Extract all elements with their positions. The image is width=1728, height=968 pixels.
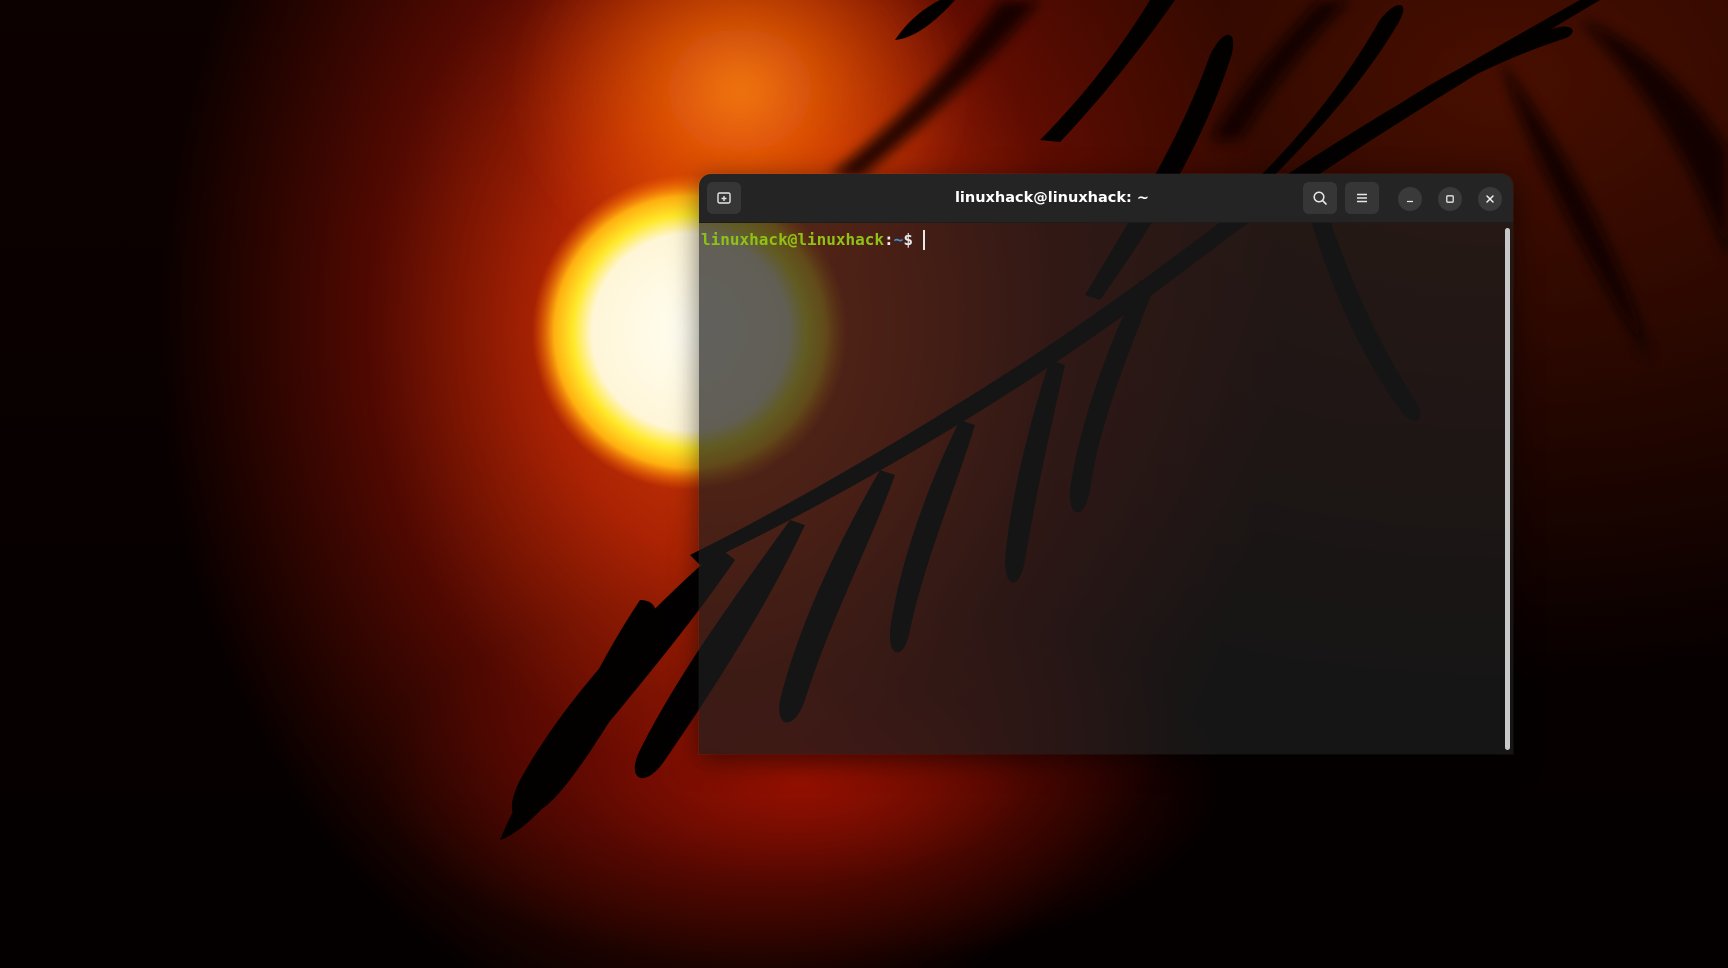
prompt-line: linuxhack@linuxhack:~$: [701, 230, 925, 250]
minimize-icon: [1404, 190, 1416, 209]
minimize-button[interactable]: [1398, 187, 1422, 211]
search-button[interactable]: [1303, 182, 1337, 214]
close-button[interactable]: [1478, 187, 1502, 211]
terminal-window[interactable]: linuxhack@linuxhack: ~ linuxhack@linuxha…: [699, 174, 1513, 754]
prompt-user-host: linuxhack@linuxhack: [701, 230, 885, 249]
prompt-path: ~: [893, 230, 904, 249]
prompt-separator: :: [884, 230, 894, 249]
scrollbar[interactable]: [1505, 228, 1510, 750]
text-cursor: [922, 230, 925, 250]
search-icon: [1312, 190, 1328, 206]
titlebar[interactable]: linuxhack@linuxhack: ~: [699, 174, 1513, 223]
menu-button[interactable]: [1345, 182, 1379, 214]
hamburger-menu-icon: [1354, 190, 1370, 206]
close-icon: [1484, 190, 1496, 209]
terminal-content[interactable]: linuxhack@linuxhack:~$: [699, 222, 1513, 754]
maximize-button[interactable]: [1438, 187, 1462, 211]
maximize-icon: [1444, 190, 1456, 209]
prompt-symbol: $: [903, 230, 913, 249]
desktop-wallpaper: linuxhack@linuxhack: ~ linuxhack@linuxha…: [0, 0, 1728, 968]
window-title: linuxhack@linuxhack: ~: [954, 190, 1150, 206]
new-tab-button[interactable]: [707, 182, 741, 214]
new-tab-icon: [716, 190, 732, 206]
